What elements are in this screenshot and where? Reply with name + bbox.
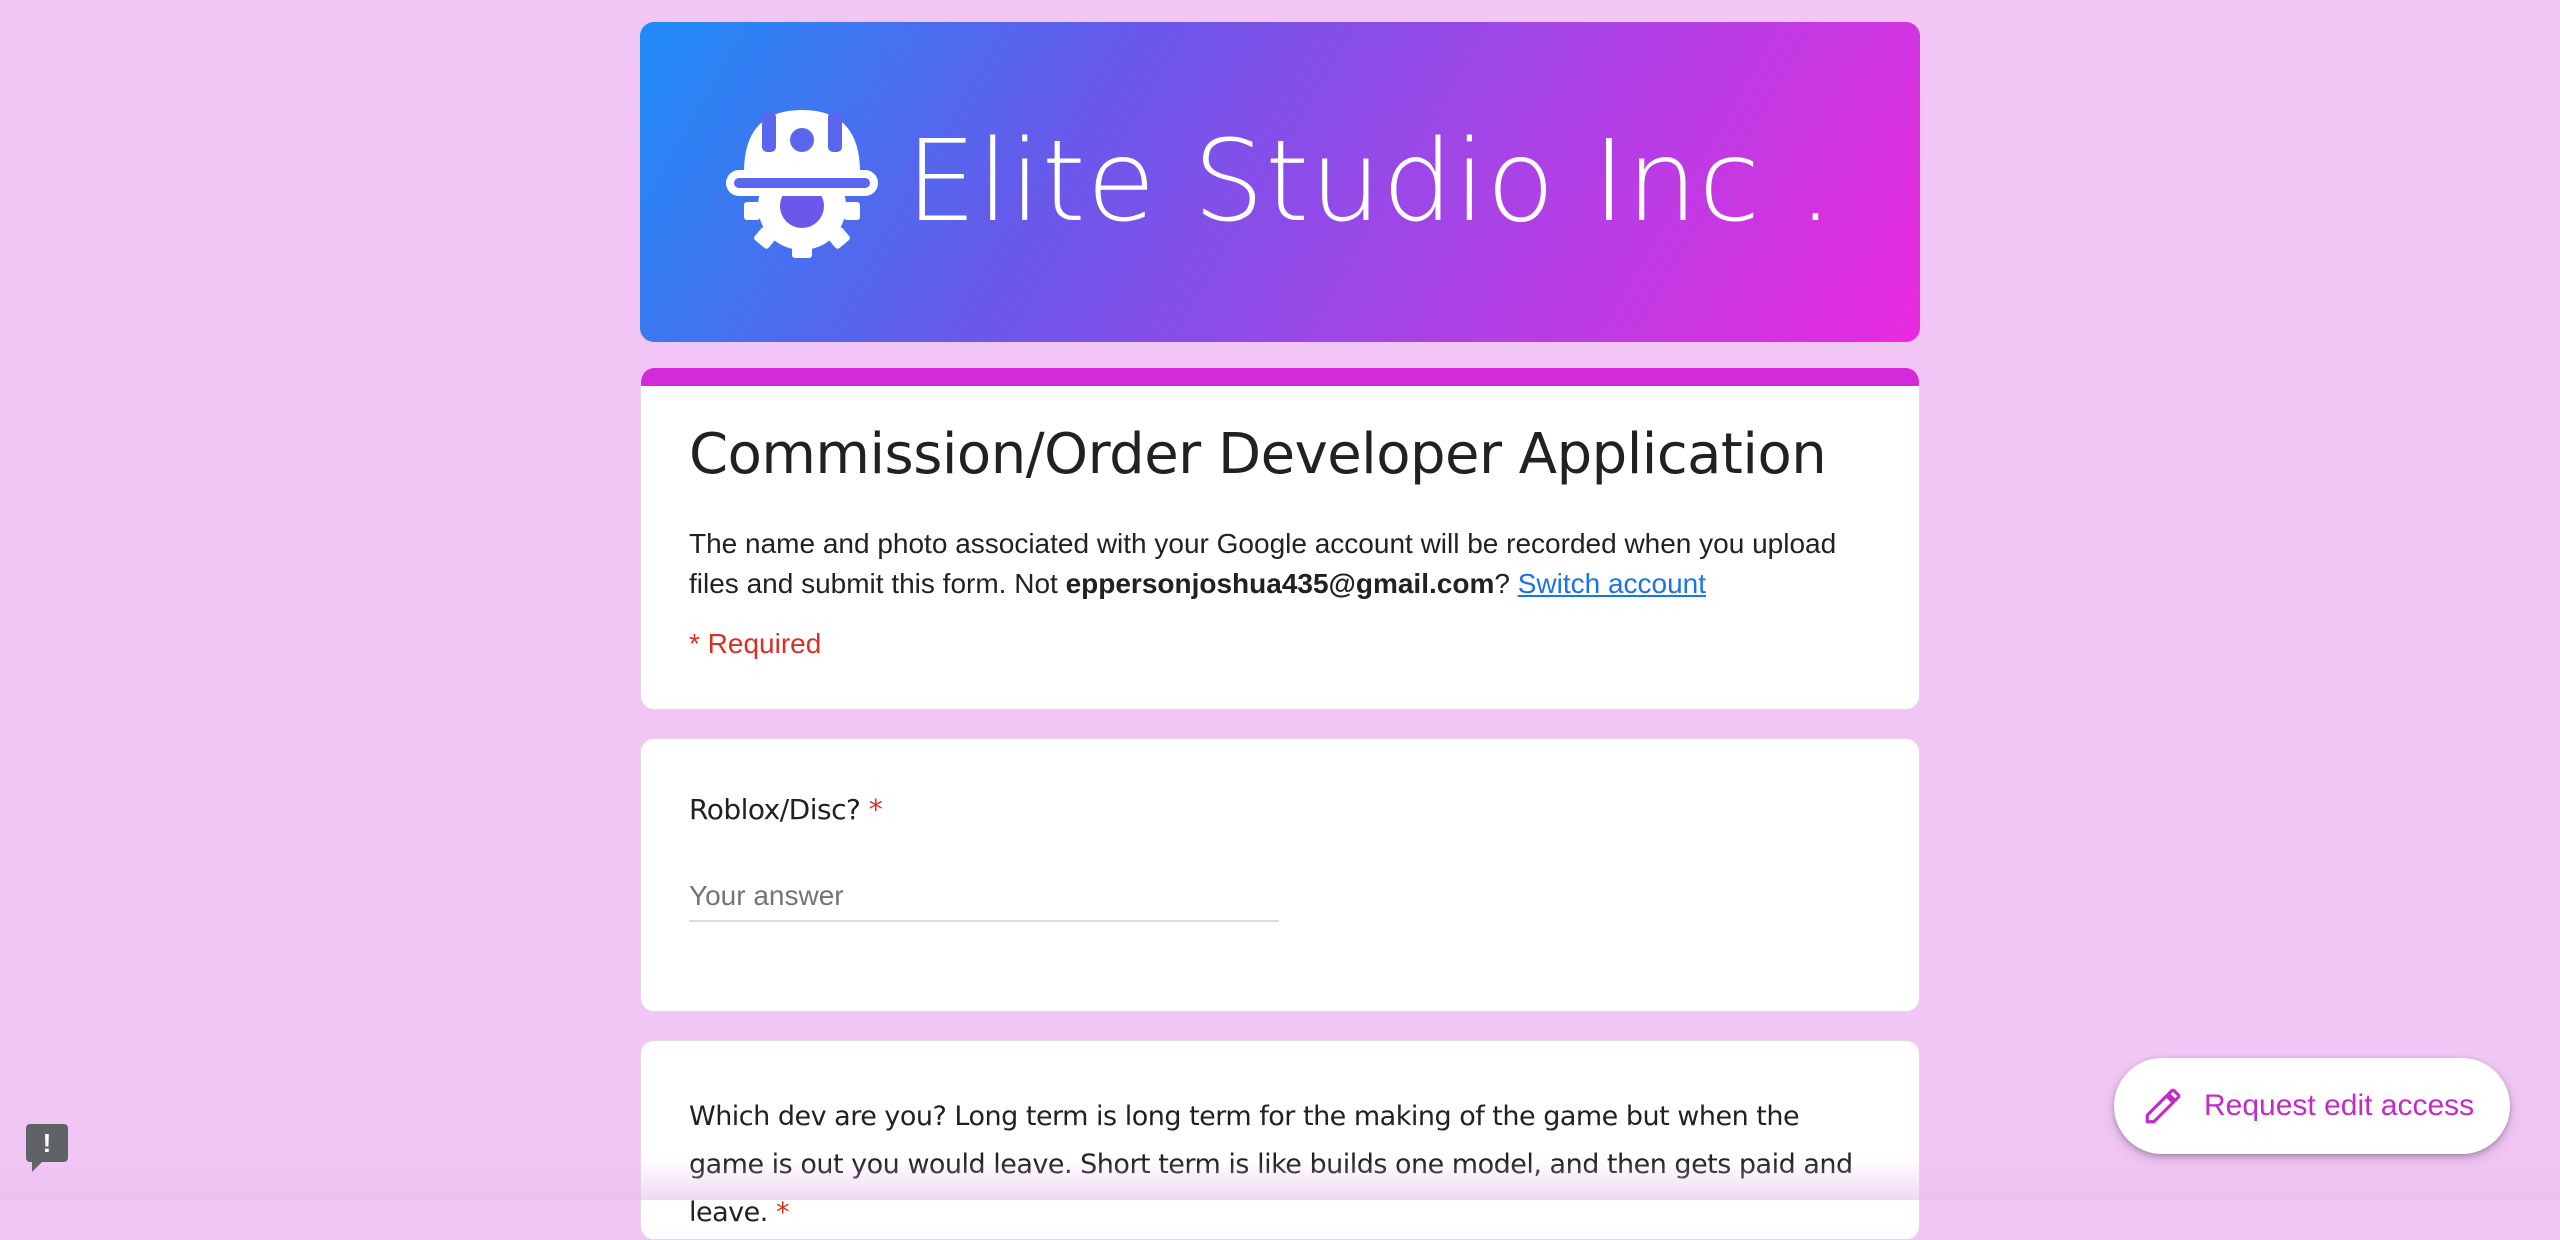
answer-input[interactable]: [689, 880, 1279, 922]
question-card: Roblox/Disc? *: [640, 738, 1920, 1012]
request-edit-access-label: Request edit access: [2204, 1089, 2475, 1122]
form-title-card: Commission/Order Developer Application T…: [640, 368, 1920, 710]
header-banner: Elite Studio Inc .: [640, 22, 1920, 342]
accent-bar: [641, 368, 1919, 386]
question-text: Roblox/Disc?: [689, 793, 861, 826]
form-description: The name and photo associated with your …: [689, 524, 1871, 604]
description-question-mark: ?: [1494, 567, 1510, 599]
question-label: Roblox/Disc? *: [689, 739, 1871, 826]
brand-name: Elite Studio Inc .: [905, 117, 1835, 247]
required-note: * Required: [689, 627, 822, 659]
request-edit-access-button[interactable]: Request edit access: [2114, 1058, 2510, 1154]
required-asterisk: *: [775, 1197, 790, 1228]
required-asterisk: *: [868, 793, 883, 826]
question-card: Which dev are you? Long term is long ter…: [640, 1040, 1920, 1240]
question-label: Which dev are you? Long term is long ter…: [689, 1041, 1871, 1237]
gear-hardhat-icon: [725, 110, 878, 258]
pencil-icon: [2145, 1088, 2181, 1124]
account-email: eppersonjoshua435@gmail.com: [1065, 567, 1495, 599]
form-container: Elite Studio Inc . Commission/Order Deve…: [640, 22, 1920, 1240]
switch-account-link[interactable]: Switch account: [1518, 568, 1706, 599]
report-issue-icon[interactable]: !: [26, 1124, 68, 1172]
question-text: Which dev are you? Long term is long ter…: [689, 1101, 1853, 1228]
